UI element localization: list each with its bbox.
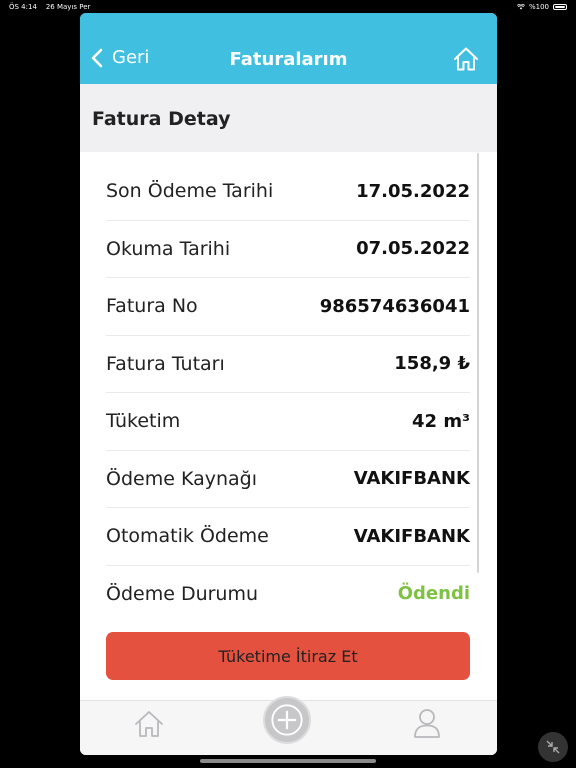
- detail-row-reading-date: Okuma Tarihi 07.05.2022: [106, 221, 470, 278]
- plus-circle-icon: [271, 704, 303, 736]
- detail-row-auto-payment: Otomatik Ödeme VAKIFBANK: [106, 508, 470, 566]
- detail-label: Otomatik Ödeme: [106, 525, 269, 548]
- status-date: 26 Mayıs Per: [45, 3, 91, 11]
- user-icon[interactable]: [413, 707, 441, 739]
- status-time: ÖS 4:14: [9, 3, 37, 11]
- collapse-arrows-icon: [546, 740, 560, 754]
- home-indicator[interactable]: [200, 759, 376, 763]
- collapse-button[interactable]: [538, 732, 568, 762]
- detail-value: 158,9 ₺: [394, 353, 470, 375]
- detail-row-payment-status: Ödeme Durumu Ödendi: [106, 566, 470, 623]
- section-header: Fatura Detay: [80, 84, 497, 152]
- add-button[interactable]: [263, 696, 311, 744]
- detail-row-invoice-amount: Fatura Tutarı 158,9 ₺: [106, 336, 470, 393]
- detail-label: Tüketim: [106, 410, 181, 433]
- detail-label: Fatura No: [106, 295, 198, 318]
- detail-row-payment-source: Ödeme Kaynağı VAKIFBANK: [106, 451, 470, 508]
- detail-value: 07.05.2022: [356, 238, 470, 260]
- wifi-icon: [516, 4, 525, 10]
- detail-label: Ödeme Kaynağı: [106, 467, 257, 490]
- detail-row-due-date: Son Ödeme Tarihi 17.05.2022: [106, 163, 470, 221]
- status-bar: ÖS 4:14 26 Mayıs Per %100: [0, 0, 576, 14]
- section-title: Fatura Detay: [92, 108, 231, 130]
- status-right: %100: [516, 3, 567, 11]
- detail-row-consumption: Tüketim 42 m³: [106, 393, 470, 451]
- nav-bar: Geri Faturalarım: [80, 13, 497, 84]
- battery-percent: %100: [528, 3, 549, 11]
- home-icon[interactable]: [134, 709, 164, 739]
- detail-value: VAKIFBANK: [353, 525, 470, 547]
- invoice-detail-list: Son Ödeme Tarihi 17.05.2022 Okuma Tarihi…: [106, 163, 470, 622]
- status-time-date: ÖS 4:14 26 Mayıs Per: [9, 3, 90, 11]
- consumption-objection-button[interactable]: Tüketime İtiraz Et: [106, 632, 470, 680]
- detail-label: Ödeme Durumu: [106, 582, 259, 605]
- tab-bar: [80, 696, 497, 755]
- detail-value: 42 m³: [412, 410, 470, 432]
- battery-icon: [553, 4, 567, 10]
- detail-value: 986574636041: [319, 295, 470, 317]
- home-icon[interactable]: [453, 46, 479, 72]
- detail-label: Son Ödeme Tarihi: [106, 180, 274, 203]
- scroll-indicator[interactable]: [477, 153, 479, 573]
- detail-label: Okuma Tarihi: [106, 237, 231, 260]
- page-title: Faturalarım: [229, 49, 348, 70]
- detail-row-invoice-no: Fatura No 986574636041: [106, 278, 470, 336]
- detail-label: Fatura Tutarı: [106, 352, 225, 375]
- detail-value: 17.05.2022: [356, 180, 470, 202]
- invoice-detail-modal: Geri Faturalarım Fatura Detay Son Ödeme …: [80, 13, 497, 755]
- detail-value: VAKIFBANK: [353, 468, 470, 490]
- status-badge: Ödendi: [397, 583, 470, 605]
